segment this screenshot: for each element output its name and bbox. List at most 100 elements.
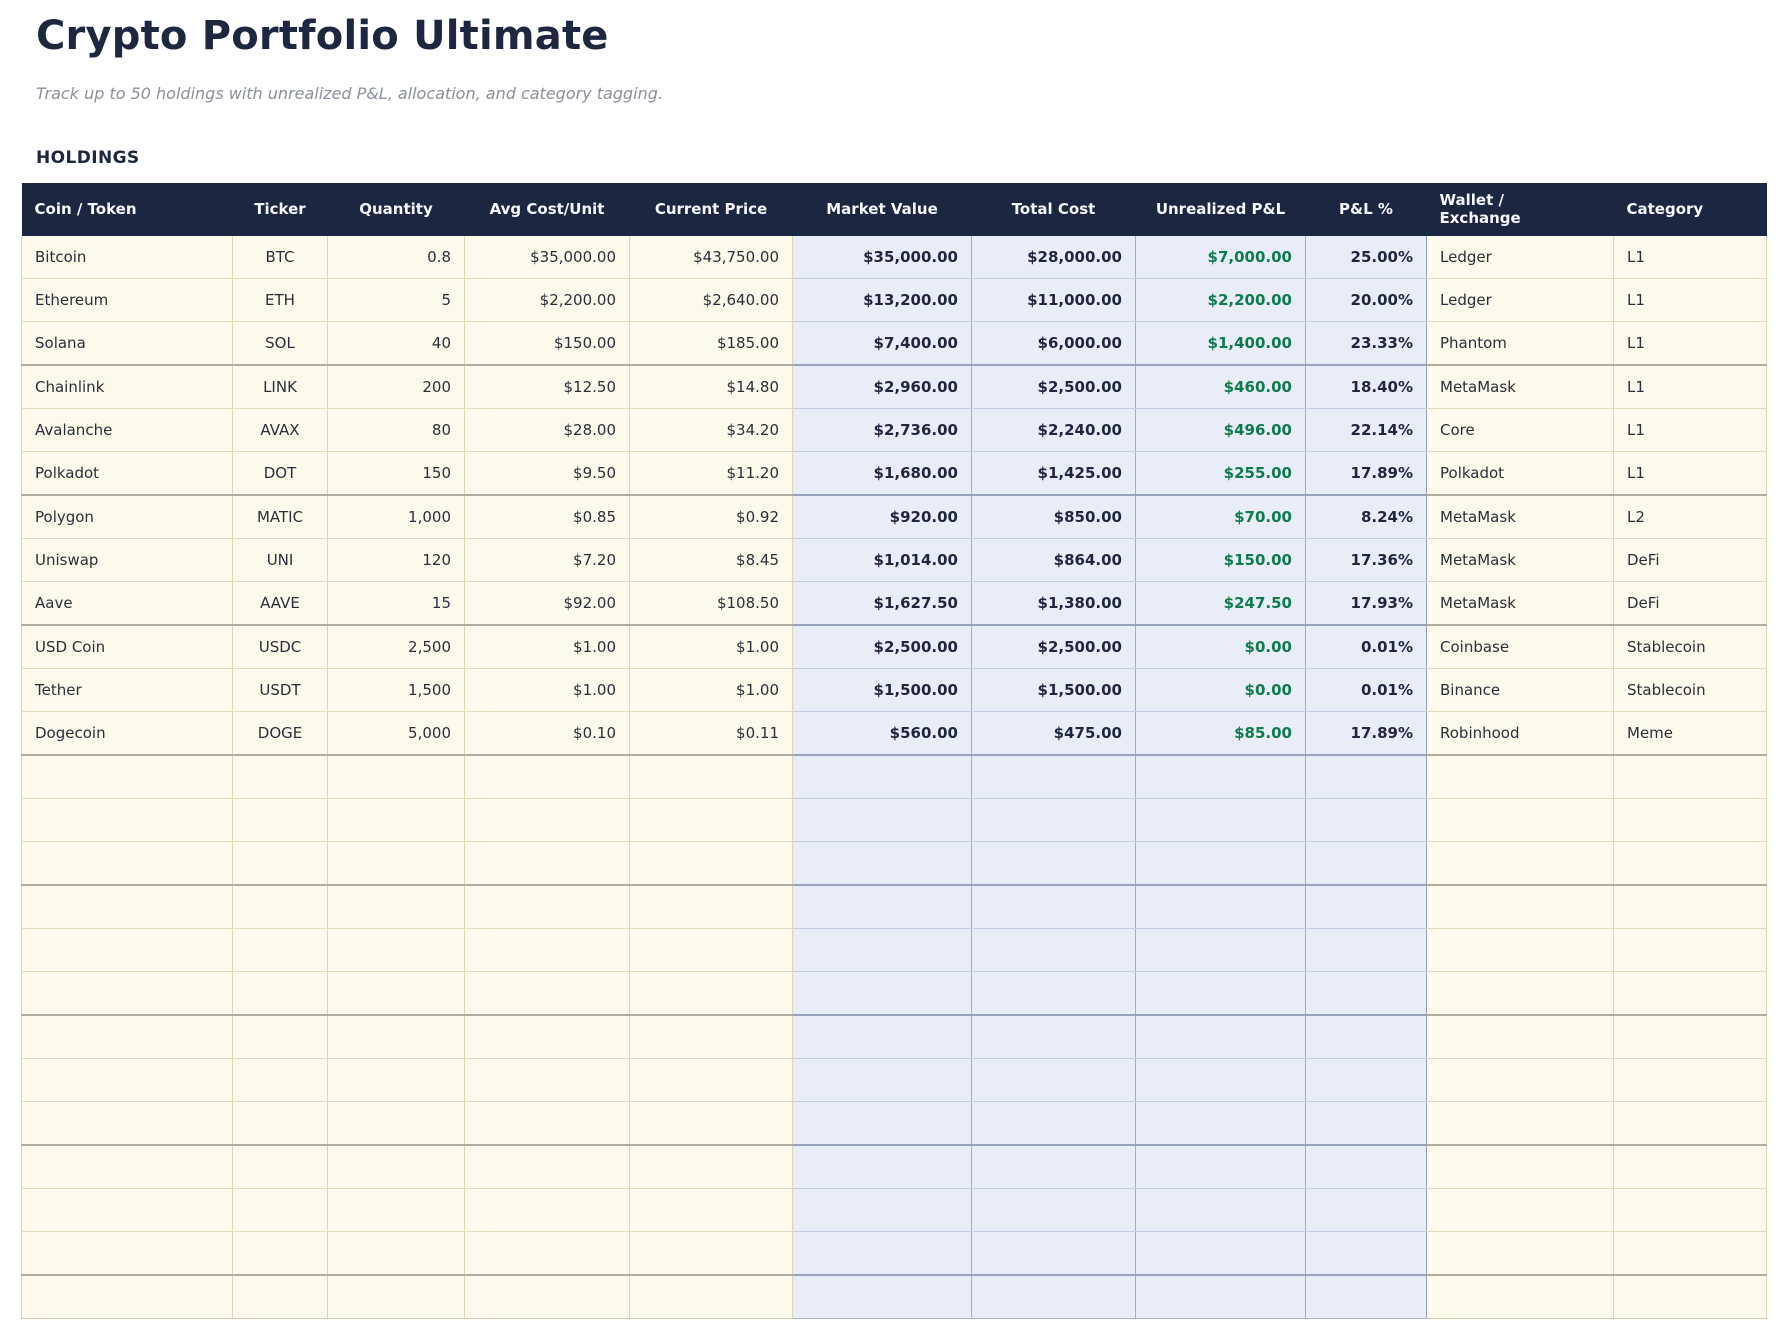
cell-category[interactable]: Stablecoin (1614, 625, 1767, 669)
cell-unrealized_pl-empty[interactable] (1136, 1275, 1306, 1319)
cell-pl_pct-empty[interactable] (1306, 1145, 1427, 1189)
cell-quantity[interactable]: 5,000 (328, 711, 465, 755)
cell-category-empty[interactable] (1614, 1275, 1767, 1319)
cell-unrealized_pl-empty[interactable] (1136, 1145, 1306, 1189)
cell-unrealized_pl[interactable]: $0.00 (1136, 668, 1306, 711)
cell-total_cost-empty[interactable] (972, 1058, 1136, 1101)
cell-wallet-empty[interactable] (1427, 971, 1614, 1015)
cell-quantity[interactable]: 2,500 (328, 625, 465, 669)
cell-market_value[interactable]: $560.00 (793, 711, 972, 755)
cell-coin-empty[interactable] (22, 1231, 233, 1275)
cell-category[interactable]: L1 (1614, 365, 1767, 409)
cell-coin[interactable]: Ethereum (22, 278, 233, 321)
cell-quantity-empty[interactable] (328, 1231, 465, 1275)
cell-ticker-empty[interactable] (233, 1145, 328, 1189)
cell-unrealized_pl-empty[interactable] (1136, 971, 1306, 1015)
cell-quantity-empty[interactable] (328, 1101, 465, 1145)
cell-total_cost[interactable]: $864.00 (972, 538, 1136, 581)
cell-quantity-empty[interactable] (328, 1015, 465, 1059)
cell-coin[interactable]: Solana (22, 321, 233, 365)
cell-ticker-empty[interactable] (233, 841, 328, 885)
cell-pl_pct-empty[interactable] (1306, 798, 1427, 841)
cell-category-empty[interactable] (1614, 928, 1767, 971)
cell-coin[interactable]: Chainlink (22, 365, 233, 409)
cell-avg_cost-empty[interactable] (465, 971, 630, 1015)
cell-market_value-empty[interactable] (793, 885, 972, 929)
cell-quantity[interactable]: 80 (328, 408, 465, 451)
cell-market_value-empty[interactable] (793, 1058, 972, 1101)
cell-total_cost[interactable]: $11,000.00 (972, 278, 1136, 321)
cell-unrealized_pl-empty[interactable] (1136, 1101, 1306, 1145)
cell-avg_cost[interactable]: $1.00 (465, 668, 630, 711)
cell-coin-empty[interactable] (22, 798, 233, 841)
cell-market_value-empty[interactable] (793, 798, 972, 841)
cell-wallet-empty[interactable] (1427, 841, 1614, 885)
cell-total_cost-empty[interactable] (972, 1188, 1136, 1231)
cell-total_cost-empty[interactable] (972, 885, 1136, 929)
cell-current_price-empty[interactable] (630, 841, 793, 885)
cell-ticker-empty[interactable] (233, 1275, 328, 1319)
cell-unrealized_pl[interactable]: $0.00 (1136, 625, 1306, 669)
cell-coin-empty[interactable] (22, 1058, 233, 1101)
cell-market_value[interactable]: $1,627.50 (793, 581, 972, 625)
cell-pl_pct[interactable]: 25.00% (1306, 236, 1427, 279)
cell-category-empty[interactable] (1614, 1231, 1767, 1275)
cell-market_value[interactable]: $1,680.00 (793, 451, 972, 495)
cell-total_cost[interactable]: $6,000.00 (972, 321, 1136, 365)
cell-coin-empty[interactable] (22, 1015, 233, 1059)
cell-market_value[interactable]: $13,200.00 (793, 278, 972, 321)
cell-ticker[interactable]: LINK (233, 365, 328, 409)
cell-quantity[interactable]: 200 (328, 365, 465, 409)
cell-market_value[interactable]: $2,960.00 (793, 365, 972, 409)
cell-quantity-empty[interactable] (328, 928, 465, 971)
cell-current_price-empty[interactable] (630, 798, 793, 841)
cell-pl_pct[interactable]: 17.36% (1306, 538, 1427, 581)
cell-wallet-empty[interactable] (1427, 1058, 1614, 1101)
cell-unrealized_pl[interactable]: $247.50 (1136, 581, 1306, 625)
cell-avg_cost-empty[interactable] (465, 1188, 630, 1231)
cell-unrealized_pl[interactable]: $7,000.00 (1136, 236, 1306, 279)
cell-market_value-empty[interactable] (793, 841, 972, 885)
cell-unrealized_pl[interactable]: $2,200.00 (1136, 278, 1306, 321)
cell-avg_cost[interactable]: $150.00 (465, 321, 630, 365)
cell-total_cost[interactable]: $850.00 (972, 495, 1136, 539)
cell-current_price-empty[interactable] (630, 1101, 793, 1145)
cell-market_value-empty[interactable] (793, 1015, 972, 1059)
cell-coin[interactable]: Bitcoin (22, 236, 233, 279)
cell-pl_pct-empty[interactable] (1306, 928, 1427, 971)
cell-coin[interactable]: Dogecoin (22, 711, 233, 755)
cell-avg_cost[interactable]: $12.50 (465, 365, 630, 409)
cell-category[interactable]: L1 (1614, 408, 1767, 451)
cell-pl_pct[interactable]: 17.89% (1306, 451, 1427, 495)
cell-unrealized_pl[interactable]: $150.00 (1136, 538, 1306, 581)
cell-category[interactable]: Meme (1614, 711, 1767, 755)
cell-category[interactable]: L2 (1614, 495, 1767, 539)
cell-quantity-empty[interactable] (328, 841, 465, 885)
cell-quantity-empty[interactable] (328, 971, 465, 1015)
cell-avg_cost[interactable]: $28.00 (465, 408, 630, 451)
cell-unrealized_pl-empty[interactable] (1136, 928, 1306, 971)
cell-quantity-empty[interactable] (328, 798, 465, 841)
cell-category[interactable]: DeFi (1614, 581, 1767, 625)
cell-total_cost-empty[interactable] (972, 1231, 1136, 1275)
cell-wallet-empty[interactable] (1427, 1145, 1614, 1189)
cell-unrealized_pl[interactable]: $1,400.00 (1136, 321, 1306, 365)
cell-quantity[interactable]: 1,000 (328, 495, 465, 539)
cell-pl_pct-empty[interactable] (1306, 841, 1427, 885)
cell-avg_cost-empty[interactable] (465, 841, 630, 885)
cell-total_cost-empty[interactable] (972, 971, 1136, 1015)
cell-ticker-empty[interactable] (233, 971, 328, 1015)
cell-coin-empty[interactable] (22, 885, 233, 929)
cell-coin[interactable]: Avalanche (22, 408, 233, 451)
cell-current_price[interactable]: $14.80 (630, 365, 793, 409)
cell-pl_pct[interactable]: 20.00% (1306, 278, 1427, 321)
cell-wallet[interactable]: Robinhood (1427, 711, 1614, 755)
cell-avg_cost[interactable]: $2,200.00 (465, 278, 630, 321)
cell-ticker[interactable]: MATIC (233, 495, 328, 539)
cell-market_value[interactable]: $920.00 (793, 495, 972, 539)
cell-quantity[interactable]: 120 (328, 538, 465, 581)
cell-unrealized_pl-empty[interactable] (1136, 841, 1306, 885)
cell-ticker[interactable]: ETH (233, 278, 328, 321)
cell-total_cost[interactable]: $1,500.00 (972, 668, 1136, 711)
cell-current_price-empty[interactable] (630, 1188, 793, 1231)
